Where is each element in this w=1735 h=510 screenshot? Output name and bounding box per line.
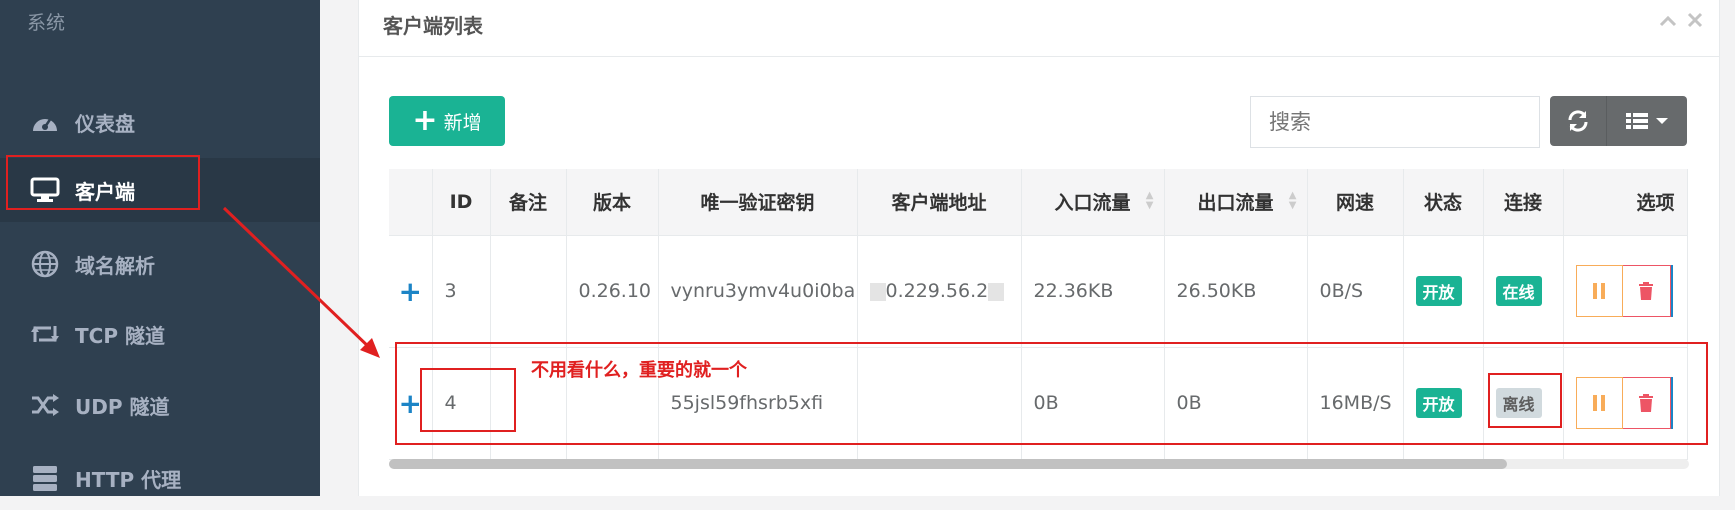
annotation-arrow bbox=[222, 206, 380, 358]
